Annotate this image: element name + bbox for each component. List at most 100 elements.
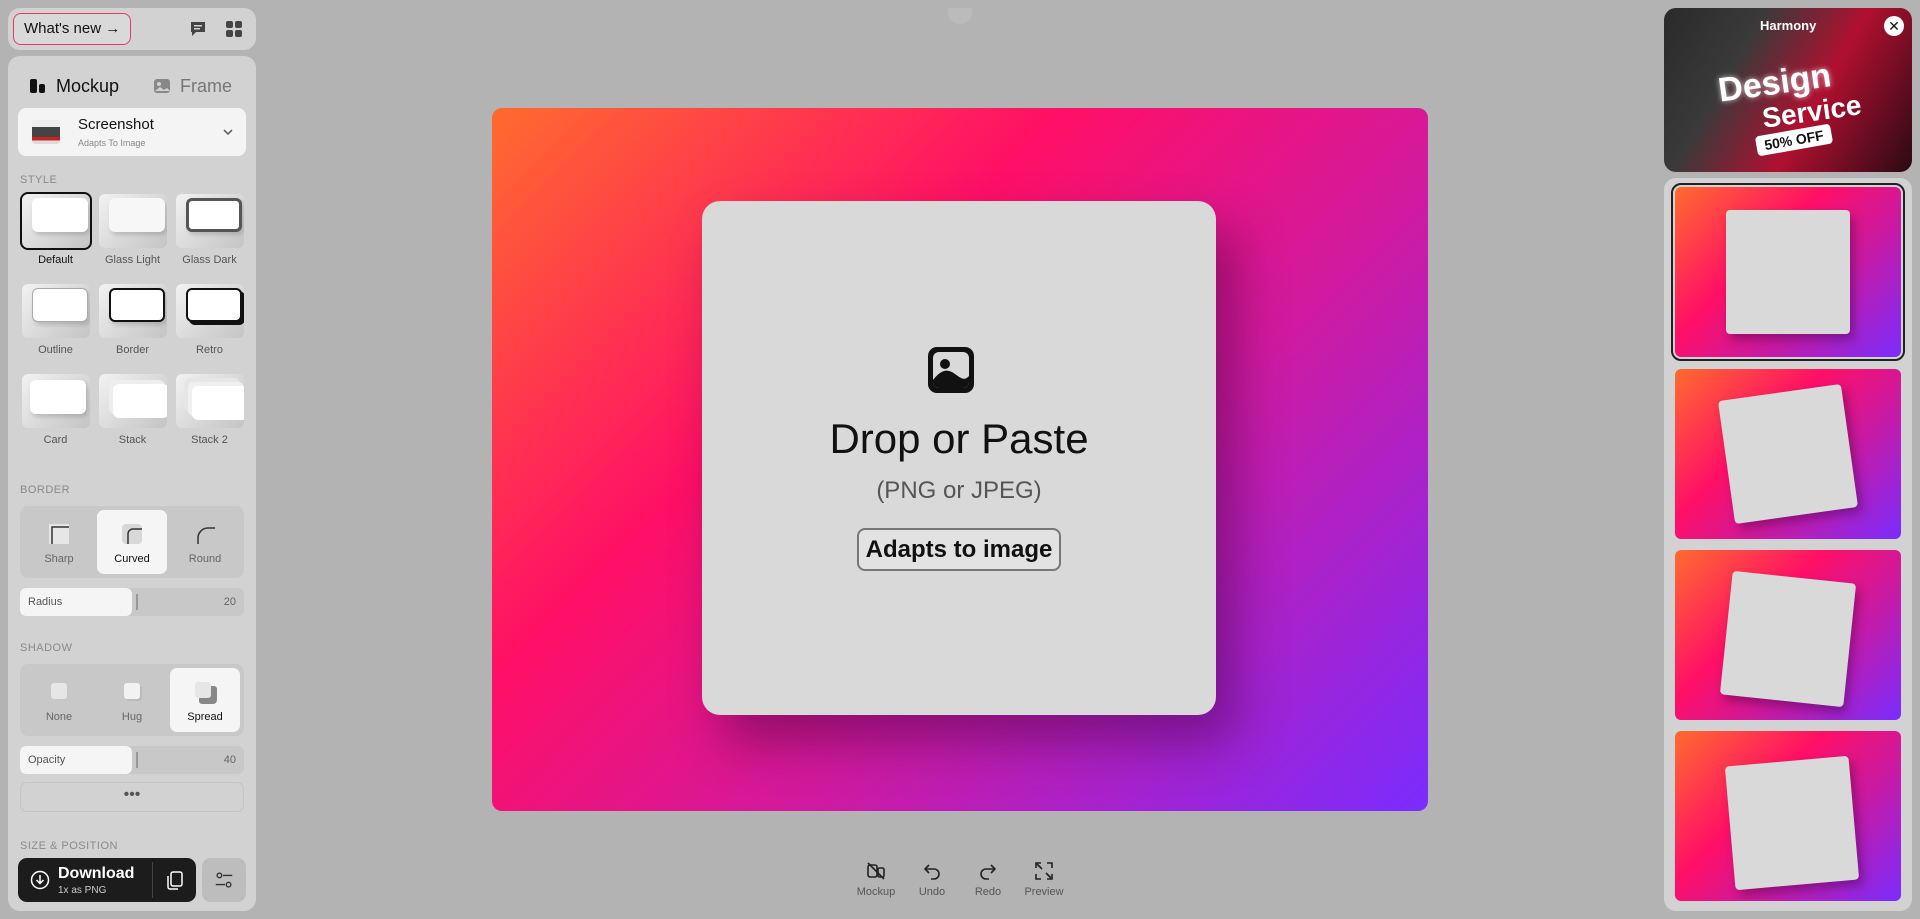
radius-slider[interactable]: Radius 20: [20, 588, 244, 616]
border-round-label: Round: [188, 553, 222, 565]
round-corner-icon: [197, 527, 215, 544]
style-card-thumb: [22, 374, 90, 428]
preview-button[interactable]: Preview: [1018, 860, 1070, 898]
device-select[interactable]: Screenshot Adapts To Image: [18, 108, 246, 156]
download-icon: [30, 870, 50, 890]
style-default[interactable]: Default: [18, 192, 93, 266]
style-glass-light[interactable]: Glass Light: [95, 194, 170, 266]
drop-subtitle: (PNG or JPEG): [876, 477, 1042, 504]
toolbar-mockup-label: Mockup: [856, 886, 896, 898]
shadow-spread-icon: [195, 682, 217, 704]
download-title: Download: [58, 865, 135, 882]
sharp-corner-icon: [49, 524, 69, 544]
promo-banner[interactable]: Harmony Design Service 50% OFF ✕: [1664, 8, 1912, 172]
drop-title: Drop or Paste: [829, 415, 1089, 462]
border-curved-option[interactable]: Curved: [97, 510, 167, 574]
preset-item-tilted-left[interactable]: [1675, 550, 1901, 720]
style-border[interactable]: Border: [95, 284, 170, 356]
promo-brand: Harmony: [1760, 18, 1817, 33]
canvas-top-handle[interactable]: [948, 8, 972, 24]
tab-mockup[interactable]: Mockup: [28, 66, 119, 106]
style-retro-label: Retro: [196, 344, 223, 356]
mode-tabs: Mockup Frame: [8, 66, 256, 106]
drop-zone-card[interactable]: Drop or Paste (PNG or JPEG) Adapts to im…: [702, 201, 1216, 715]
tab-frame[interactable]: Frame: [152, 66, 232, 106]
grid-icon[interactable]: [224, 19, 244, 39]
toolbar-preview-label: Preview: [1024, 886, 1064, 898]
border-sharp-label: Sharp: [44, 553, 74, 565]
more-options-button[interactable]: •••: [20, 782, 244, 812]
opacity-label: Opacity: [28, 754, 66, 766]
toolbar-redo-label: Redo: [974, 886, 1002, 898]
style-border-thumb: [99, 284, 167, 338]
tab-frame-label: Frame: [180, 75, 233, 96]
style-outline-label: Outline: [38, 344, 73, 356]
style-section-label: STYLE: [20, 174, 58, 186]
preset-item-flat[interactable]: [1671, 183, 1905, 361]
preset-card: [1719, 570, 1857, 708]
shadow-section-label: SHADOW: [20, 642, 73, 654]
style-outline[interactable]: Outline: [18, 284, 93, 356]
border-round-option[interactable]: Round: [170, 510, 240, 574]
border-curved-label: Curved: [114, 553, 150, 565]
redo-button[interactable]: Redo: [962, 860, 1014, 898]
mockup-icon: [30, 79, 45, 93]
border-section-label: BORDER: [20, 484, 71, 496]
opacity-slider-handle[interactable]: [136, 752, 138, 768]
style-stack-label: Stack: [118, 434, 147, 446]
style-glass-light-label: Glass Light: [104, 254, 161, 266]
style-glass-dark[interactable]: Glass Dark: [172, 194, 247, 266]
copy-icon[interactable]: [164, 869, 186, 891]
shadow-spread-option[interactable]: Spread: [170, 668, 240, 732]
mockup-canvas[interactable]: Drop or Paste (PNG or JPEG) Adapts to im…: [492, 108, 1428, 811]
style-default-thumb: [20, 192, 92, 250]
style-retro-thumb: [176, 284, 244, 338]
undo-icon: [923, 864, 940, 880]
close-icon[interactable]: ✕: [1884, 16, 1904, 36]
style-stack[interactable]: Stack: [95, 374, 170, 446]
undo-button[interactable]: Undo: [906, 860, 958, 898]
mockup-off-icon: [867, 862, 885, 880]
adapts-to-image-button[interactable]: Adapts to image: [857, 528, 1061, 571]
device-thumbnail: [32, 120, 60, 144]
device-subtitle: Adapts To Image: [78, 138, 146, 148]
device-title: Screenshot: [78, 116, 154, 133]
style-stack-2-thumb: [176, 374, 244, 428]
preset-card: [1717, 383, 1859, 525]
preset-card: [1724, 755, 1860, 891]
style-stack-2[interactable]: Stack 2: [172, 374, 247, 446]
chevron-down-icon: [223, 129, 233, 136]
shadow-hug-label: Hug: [121, 711, 143, 723]
shadow-none-option[interactable]: None: [24, 668, 94, 732]
shadow-none-icon: [51, 683, 67, 699]
border-sharp-option[interactable]: Sharp: [24, 510, 94, 574]
shadow-none-label: None: [45, 711, 73, 723]
preset-card: [1726, 210, 1850, 334]
preset-list: [1664, 178, 1912, 911]
style-retro[interactable]: Retro: [172, 284, 247, 356]
radius-label: Radius: [28, 596, 63, 608]
style-card[interactable]: Card: [18, 374, 93, 446]
sliders-icon: [215, 872, 233, 888]
download-subtitle: 1x as PNG: [58, 885, 107, 896]
shadow-segmented-control: None Hug Spread: [20, 664, 244, 736]
image-frame-icon: [154, 79, 170, 93]
toggle-mockup-button[interactable]: Mockup: [850, 860, 902, 898]
style-glass-light-thumb: [99, 194, 167, 248]
message-icon[interactable]: [188, 19, 208, 39]
expand-icon: [1035, 862, 1053, 880]
preset-item-tilted-right[interactable]: [1675, 369, 1901, 539]
preset-item-tilted-slight[interactable]: [1675, 731, 1901, 901]
radius-slider-handle[interactable]: [136, 594, 138, 610]
top-bar: What's new →: [8, 8, 256, 50]
tab-mockup-label: Mockup: [56, 75, 120, 96]
style-card-label: Card: [43, 434, 68, 446]
style-outline-thumb: [22, 284, 90, 338]
download-button[interactable]: Download 1x as PNG: [18, 858, 196, 902]
shadow-hug-option[interactable]: Hug: [97, 668, 167, 732]
opacity-slider[interactable]: Opacity 40: [20, 746, 244, 774]
whats-new-button[interactable]: What's new →: [13, 13, 132, 45]
export-settings-button[interactable]: [202, 858, 246, 902]
style-stack-2-label: Stack 2: [191, 434, 228, 446]
opacity-value: 40: [223, 754, 236, 766]
